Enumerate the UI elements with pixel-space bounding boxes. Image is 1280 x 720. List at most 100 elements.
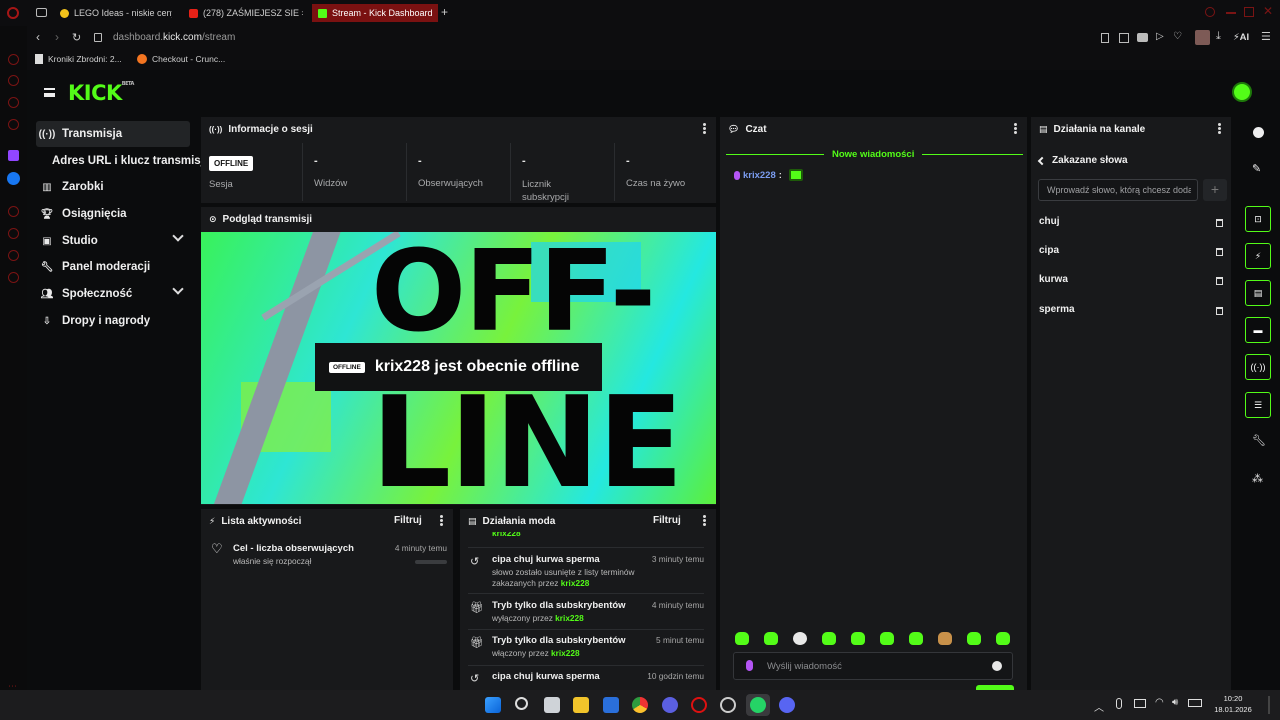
screenshot-tool-button[interactable]: ⊡ [1245,206,1271,232]
mod-username[interactable]: krix228 [555,613,584,623]
mic-icon[interactable] [746,660,753,671]
emote-icon[interactable] [996,632,1010,645]
user-avatar[interactable] [1232,82,1252,102]
hamburger-menu-icon[interactable] [44,88,55,97]
nav-studio[interactable]: ▣ Studio [36,228,190,254]
banned-word-input[interactable]: Wprowadź słowo, którą chcesz dodać [1038,179,1198,201]
emoji-picker-icon[interactable] [992,661,1002,671]
menu-icon[interactable]: ☰ [1261,30,1271,43]
people-icon[interactable]: ⁂ [1252,472,1263,485]
display-icon[interactable] [1134,699,1146,708]
battery-icon[interactable] [1188,699,1202,707]
crop-icon[interactable] [1119,33,1129,43]
maximize-icon[interactable] [1244,7,1254,17]
wrench-icon[interactable]: 🔧︎ [1252,434,1266,447]
clock[interactable]: 10:20 18.01.2026 [1210,693,1256,715]
file-explorer-icon[interactable] [573,697,589,713]
emote-icon[interactable] [880,632,894,645]
emote-icon[interactable] [967,632,981,645]
messenger-icon[interactable] [7,172,20,185]
forward-icon[interactable]: › [55,30,59,44]
whatsapp-icon[interactable] [746,694,770,716]
camera-icon[interactable] [1137,33,1148,42]
sidebar-icon-4[interactable] [8,119,19,130]
snapshot-icon[interactable] [1101,33,1109,43]
minimize-icon[interactable] [1226,12,1236,14]
mod-action-row[interactable]: ↺ cipa chuj kurwa sperma 10 godzin temu [468,671,704,690]
emote-icon[interactable] [793,632,807,645]
opera-logo-icon[interactable] [7,7,19,19]
more-options-icon[interactable] [1218,123,1221,134]
sidebar-icon-7[interactable] [8,250,19,261]
trash-icon[interactable] [1216,277,1223,285]
mod-username[interactable]: krix228 [561,578,590,588]
nav-dropy[interactable]: ⇩ Dropy i nagrody [36,308,190,334]
more-options-icon[interactable] [703,123,706,134]
url-field[interactable]: dashboard.kick.com/stream [113,32,235,43]
filter-button[interactable]: Filtruj [394,515,422,526]
bookmark-crunchyroll[interactable]: Checkout - Crunc... [137,54,225,64]
task-view-icon[interactable] [544,697,560,713]
chat-input[interactable]: Wyślij wiadomość [733,652,1013,680]
back-icon[interactable]: ‹ [36,30,40,44]
reload-icon[interactable]: ↻ [72,31,81,44]
nav-panel-moderacji[interactable]: 🔧︎ Panel moderacji [36,254,190,280]
volume-icon[interactable]: 🔊︎ [1172,697,1178,708]
emote-icon[interactable] [822,632,836,645]
emote-icon[interactable] [735,632,749,645]
mod-username[interactable]: krix228 [551,648,580,658]
chat-tool-button[interactable]: ▬ [1245,317,1271,343]
activity-item[interactable]: ♡ Cel - liczba obserwujących właśnie się… [211,541,447,573]
app-icon[interactable] [720,697,736,713]
tab-youtube[interactable]: (278) ZAŚMIEJESZ SIE = ... [183,4,303,22]
trash-icon[interactable] [1216,307,1223,315]
search-tabs-icon[interactable] [1205,7,1215,17]
close-window-icon[interactable]: ✕ [1263,4,1273,18]
lightning-tool-button[interactable]: ⚡︎ [1245,243,1271,269]
nav-spolecznosc[interactable]: 👥︎ Społeczność [36,281,190,307]
app-icon[interactable] [603,697,619,713]
sidebar-icon-6[interactable] [8,228,19,239]
tab-kick-dashboard[interactable]: Stream - Kick Dashboard [312,4,438,22]
app-icon[interactable] [662,697,678,713]
play-icon[interactable]: ▷ [1156,31,1164,42]
ai-button[interactable]: ⚡AI [1233,32,1249,43]
emote-icon[interactable] [938,632,952,645]
profile-avatar[interactable] [1195,30,1210,45]
new-tab-icon[interactable]: + [441,5,448,19]
clipboard-tool-button[interactable]: ▤ [1245,280,1271,306]
filter-button[interactable]: Filtruj [653,515,681,526]
emote-icon[interactable] [909,632,923,645]
nav-stream-url-key[interactable]: Adres URL i klucz transmisji [47,148,217,174]
pencil-icon[interactable]: ✎ [1252,162,1261,175]
more-options-icon[interactable] [703,515,706,526]
more-options-icon[interactable] [440,515,443,526]
broadcast-tool-button[interactable]: ((·)) [1245,354,1271,380]
mic-icon[interactable] [1116,698,1122,709]
trash-icon[interactable] [1216,248,1223,256]
bookmark-kroniki[interactable]: Kroniki Zbrodni: 2... [35,54,122,64]
nav-transmisja[interactable]: ((·)) Transmisja [36,121,190,147]
discord-icon[interactable] [779,697,795,713]
chevron-up-icon[interactable]: ︿ [1094,699,1104,714]
chrome-icon[interactable] [632,697,648,713]
mod-action-row[interactable]: ↺ cipa chuj kurwa sperma słowo zostało u… [468,554,704,590]
sidebar-icon-8[interactable] [8,272,19,283]
mod-action-row[interactable]: 🎁︎ Tryb tylko dla subskrybentów włączony… [468,635,704,661]
twitch-icon[interactable] [8,150,19,161]
sidebar-icon-5[interactable] [8,206,19,217]
emote-icon[interactable] [764,632,778,645]
sidebar-icon-3[interactable] [8,97,19,108]
sidebar-icon-1[interactable] [8,54,19,65]
nav-osiagniecia[interactable]: 🏆︎ Osiągnięcia [36,201,190,227]
sidebar-icon-2[interactable] [8,75,19,86]
more-options-icon[interactable] [1014,123,1017,134]
trash-icon[interactable] [1216,219,1223,227]
show-desktop-button[interactable] [1268,696,1270,714]
mod-action-row[interactable]: 🎁︎ Tryb tylko dla subskrybentów wyłączon… [468,600,704,626]
start-icon[interactable] [485,697,501,713]
kick-logo[interactable]: KICKBETA [68,81,134,105]
download-icon[interactable]: ⤓ [1216,30,1221,43]
search-icon[interactable] [515,697,528,710]
emote-icon[interactable] [851,632,865,645]
